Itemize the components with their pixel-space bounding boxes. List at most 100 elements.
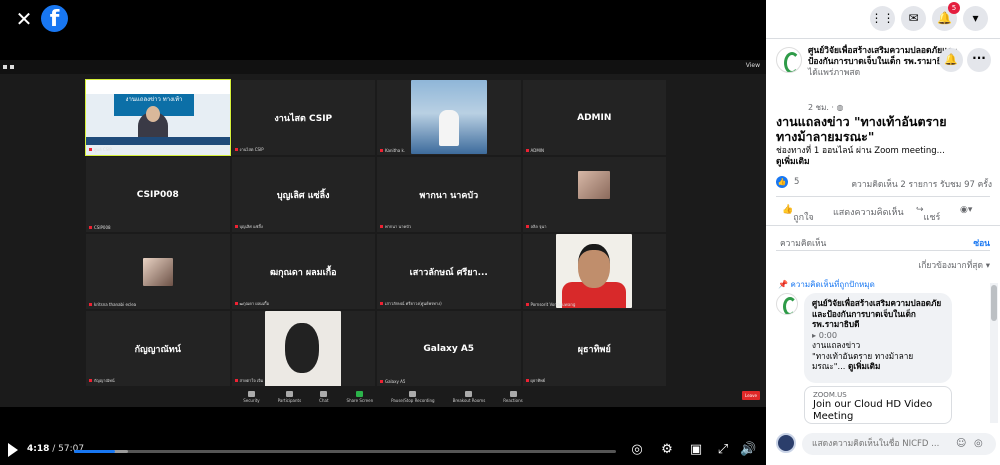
comment-text-3-content: มรณะ"... <box>812 361 848 371</box>
play-icon[interactable] <box>8 443 18 457</box>
globe-icon: ◍ <box>836 103 844 112</box>
participant-tile[interactable]: ฒกุณดา ผลมเกื้อ ฒกุณดา ผลมเกื้อ <box>231 234 375 309</box>
zoom-control-button[interactable]: Reactions <box>503 390 523 403</box>
participant-label: ADMIN <box>526 148 544 153</box>
participant-tile[interactable]: งานแถลงข่าว ทางเท้า ศูนย์ CSIP <box>85 79 231 156</box>
page-root: ✕ f View งานแถลงข่าว ทางเท้า ศูนย์ CSIP งา… <box>0 0 1000 465</box>
divider <box>766 225 1000 226</box>
comment-see-more-link[interactable]: ดูเพิ่มเติม <box>848 361 880 371</box>
zoom-control-button[interactable]: Participants <box>277 390 302 403</box>
zoom-control-icon <box>409 390 417 397</box>
participant-label: Galaxy A5 <box>380 379 405 384</box>
participant-tile[interactable]: กัญญาณัทน์ กัญญาณัทน์ <box>86 311 230 386</box>
zoom-view-button[interactable]: View <box>746 62 760 69</box>
share-button-label: แชร์ <box>923 213 941 223</box>
messenger-icon[interactable]: ✉ <box>901 6 926 31</box>
post-actions: 👍 ถูกใจ แสดงความคิดเห็น ↪ แชร์ ◉▾ <box>766 200 1000 223</box>
post-timestamp[interactable]: 2 ชม. · ◍ <box>808 101 844 114</box>
share-as-avatar-icon[interactable]: ◉▾ <box>960 205 972 215</box>
zoom-control-button[interactable]: Pause/Stop Recording <box>391 390 435 403</box>
emoji-icon[interactable]: ☺ <box>956 438 966 449</box>
close-icon[interactable]: ✕ <box>14 9 34 29</box>
top-nav-icons: ⋮⋮ ✉ 🔔 5 ▾ <box>766 0 1000 38</box>
participant-tile[interactable]: Pornsorit Vorrasuwang <box>522 234 666 309</box>
comment-input[interactable] <box>802 433 996 455</box>
share-button[interactable]: ↪ แชร์ <box>916 205 940 223</box>
page-name-line: ศูนย์วิจัยเพื่อสร้างเสริมความปลอดภัยและป… <box>808 46 960 79</box>
zoom-meeting-frame[interactable]: View งานแถลงข่าว ทางเท้า ศูนย์ CSIP งานไสต… <box>0 60 766 407</box>
participant-video <box>556 234 633 308</box>
comment-author-avatar[interactable] <box>776 293 798 315</box>
zoom-control-button[interactable]: Security <box>243 390 260 403</box>
participant-label: กัญญาณัทน์ <box>89 377 115 384</box>
like-button[interactable]: 👍 ถูกใจ <box>782 205 814 223</box>
comment-text-3: มรณะ"... ดูเพิ่มเติม <box>812 361 944 372</box>
zoom-control-label: Share Screen <box>346 397 374 403</box>
zoom-control-label: Participants <box>277 397 302 403</box>
zoom-control-label: Breakout Rooms <box>452 397 486 403</box>
divider <box>766 38 1000 39</box>
participant-tile[interactable]: ADMIN ADMIN <box>522 80 666 155</box>
participant-tile[interactable]: CSIP008 CSIP008 <box>86 157 230 232</box>
zoom-leave-button[interactable]: Leave <box>742 391 760 400</box>
participant-tile[interactable]: พากนา นาคบัว พากนา นาคบัว <box>377 157 521 232</box>
zoom-control-button[interactable]: Breakout Rooms <box>452 390 486 403</box>
comment-sort-dropdown[interactable]: เกี่ยวข้องมากที่สุด ▾ <box>918 258 990 272</box>
participant-tile[interactable]: kritsna thanabi eclea <box>86 234 230 309</box>
participant-label: เสาวลักษณ์ ศรียาวง(ศูนย์พรทาง) <box>380 300 442 307</box>
participant-tile[interactable]: เสาวลักษณ์ ศรียา... เสาวลักษณ์ ศรียาวง(ศู… <box>377 234 521 309</box>
participant-video <box>410 80 487 154</box>
engagement-stats[interactable]: ความคิดเห็น 2 รายการ รับชม 97 ครั้ง <box>851 177 992 191</box>
fullscreen-icon[interactable]: ⤢ <box>715 442 731 458</box>
comment-text-1: งานแถลงข่าว <box>812 340 861 350</box>
participant-label: บุญเลิศ แซ่ลิ้ง <box>235 223 263 230</box>
participant-video <box>265 311 342 386</box>
like-reaction-icon[interactable]: 👍 <box>776 176 788 188</box>
sort-label: เกี่ยวข้องมากที่สุด <box>918 261 984 271</box>
settings-gear-icon[interactable]: ⚙ <box>659 442 675 458</box>
participant-tile[interactable]: บุญเลิศ แซ่ลิ้ง บุญเลิศ แซ่ลิ้ง <box>231 157 375 232</box>
participant-tile[interactable]: ลลิล จุนา <box>522 157 666 232</box>
participant-label: สายตาใจ เจิม <box>235 377 264 384</box>
participant-name: ADMIN <box>577 112 612 123</box>
current-time: 4:18 <box>27 444 50 454</box>
like-count[interactable]: 5 <box>794 177 799 187</box>
hide-comments-button[interactable]: ซ่อน <box>973 236 990 250</box>
participant-tile[interactable]: ผุธาทิพย์ ผุธาทิพย์ <box>522 311 666 386</box>
participant-tile[interactable]: Galaxy A5 Galaxy A5 <box>377 311 521 386</box>
comment-bubble: ศูนย์วิจัยเพื่อสร้างเสริมความปลอดภัยและป… <box>804 293 952 383</box>
link-preview-card[interactable]: ZOOM.US Join our Cloud HD Video Meeting <box>804 386 952 424</box>
current-user-avatar[interactable] <box>776 433 796 453</box>
comment-author[interactable]: ศูนย์วิจัยเพื่อสร้างเสริมความปลอดภัยและป… <box>812 298 944 330</box>
link-title: Join our Cloud HD Video Meeting <box>813 399 933 422</box>
participant-tile[interactable]: Kanitha k. <box>377 80 521 155</box>
participant-name: กัญญาณัทน์ <box>134 344 181 355</box>
participant-name: ผุธาทิพย์ <box>577 344 611 355</box>
follow-bell-icon[interactable]: 🔔 <box>939 48 963 72</box>
participant-tile[interactable]: งานไสต CSIP งานไสต CSIP <box>231 80 375 155</box>
captions-icon[interactable]: ◎ <box>629 442 645 458</box>
progress-bar[interactable] <box>74 450 616 453</box>
zoom-control-button[interactable]: Chat <box>319 390 329 403</box>
miniplayer-icon[interactable]: ▣ <box>688 442 704 458</box>
comment-timestamp-link[interactable]: ▸ 0:00 <box>812 330 944 341</box>
volume-icon[interactable]: 🔊 <box>740 442 756 458</box>
page-avatar[interactable] <box>776 47 802 73</box>
menu-grid-icon[interactable]: ⋮⋮ <box>870 6 895 31</box>
camera-icon[interactable]: ◎ <box>974 438 983 449</box>
see-more-link[interactable]: ดูเพิ่มเติม <box>776 157 810 167</box>
account-dropdown-icon[interactable]: ▾ <box>963 6 988 31</box>
page-name-link[interactable]: ศูนย์วิจัยเพื่อสร้างเสริมความปลอดภัยและป… <box>808 46 957 67</box>
participant-name: ฒกุณดา ผลมเกื้อ <box>269 267 337 278</box>
participant-tile[interactable]: สายตาใจ เจิม <box>231 311 375 386</box>
comments-scrollbar[interactable] <box>990 283 998 423</box>
zoom-control-button[interactable]: Share Screen <box>346 390 374 403</box>
more-options-icon[interactable]: ··· <box>967 48 991 72</box>
comment-button[interactable]: แสดงความคิดเห็น <box>833 205 904 219</box>
facebook-logo-icon[interactable]: f <box>41 5 68 32</box>
notification-badge: 5 <box>948 2 960 14</box>
participant-label: ลลิล จุนา <box>526 223 547 230</box>
zoom-control-icon <box>320 390 328 397</box>
link-source: ZOOM.US <box>813 391 847 399</box>
scrollbar-thumb[interactable] <box>991 285 997 321</box>
